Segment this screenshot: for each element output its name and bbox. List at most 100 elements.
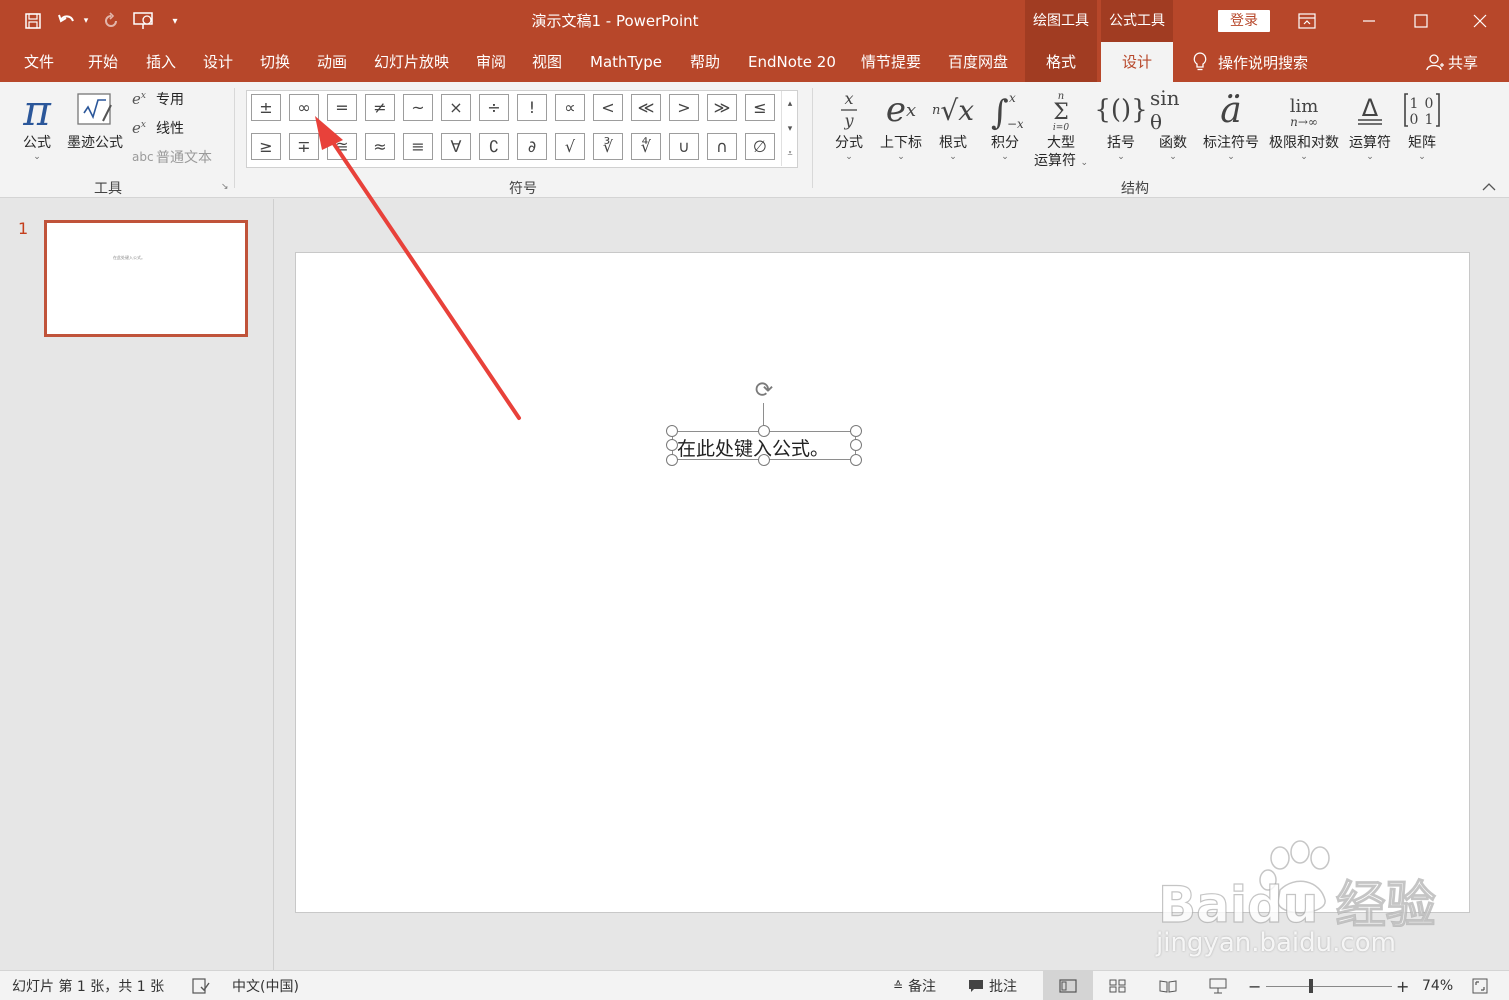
symbol-button[interactable]: ∪ xyxy=(669,133,699,160)
equation-button[interactable]: π 公式 ⌄ xyxy=(14,86,60,163)
tab-review[interactable]: 审阅 xyxy=(476,42,506,82)
symbol-button[interactable]: ∅ xyxy=(745,133,775,160)
slide-sorter-view-icon[interactable] xyxy=(1093,971,1143,1000)
maximize-icon[interactable] xyxy=(1398,0,1444,42)
tab-help[interactable]: 帮助 xyxy=(690,42,720,82)
symbol-button[interactable]: ∛ xyxy=(593,133,623,160)
tab-format[interactable]: 格式 xyxy=(1025,42,1097,82)
customize-qat-icon[interactable]: ▾ xyxy=(162,8,188,34)
operator-button[interactable]: Δ 运算符 ⌄ xyxy=(1346,86,1394,162)
fraction-button[interactable]: xy 分式 ⌄ xyxy=(830,86,868,162)
zoom-slider-track[interactable] xyxy=(1266,986,1392,987)
tab-home[interactable]: 开始 xyxy=(88,42,118,82)
tab-endnote[interactable]: EndNote 20 xyxy=(748,42,836,82)
dialog-launcher-icon[interactable]: ↘ xyxy=(221,182,229,192)
symbol-button[interactable]: ≥ xyxy=(251,133,281,160)
bracket-button[interactable]: {()} 括号 ⌄ xyxy=(1094,86,1147,162)
tab-slideshow[interactable]: 幻灯片放映 xyxy=(374,42,449,82)
symbol-button[interactable]: < xyxy=(593,94,623,121)
close-icon[interactable] xyxy=(1457,0,1503,42)
symbol-button[interactable]: ≈ xyxy=(365,133,395,160)
zoom-level[interactable]: 74% xyxy=(1422,971,1453,1000)
zoom-out-button[interactable]: − xyxy=(1248,971,1261,1000)
ribbon-display-options-icon[interactable] xyxy=(1284,0,1330,42)
minimize-icon[interactable] xyxy=(1346,0,1392,42)
share-button[interactable]: 共享 xyxy=(1426,42,1478,82)
tab-insert[interactable]: 插入 xyxy=(146,42,176,82)
symbol-button[interactable]: ≡ xyxy=(403,133,433,160)
save-icon[interactable] xyxy=(20,8,46,34)
symbol-button[interactable]: ± xyxy=(251,94,281,121)
tab-equation-design[interactable]: 设计 xyxy=(1101,42,1173,82)
symbol-button[interactable]: ∜ xyxy=(631,133,661,160)
symbol-button[interactable]: ≅ xyxy=(327,133,357,160)
rotate-handle-icon[interactable]: ⟳ xyxy=(751,377,777,403)
symbol-button[interactable]: ~ xyxy=(403,94,433,121)
tab-design[interactable]: 设计 xyxy=(203,42,233,82)
function-button[interactable]: sin θ 函数 ⌄ xyxy=(1150,86,1196,162)
notes-button[interactable]: ≙ 备注 xyxy=(893,971,936,1000)
resize-handle-left[interactable] xyxy=(666,439,678,451)
accent-button[interactable]: ä 标注符号 ⌄ xyxy=(1200,86,1262,163)
matrix-button[interactable]: 1001 矩阵 ⌄ xyxy=(1400,86,1444,162)
gallery-scroll-down-icon[interactable]: ▾ xyxy=(781,116,798,141)
resize-handle-top-left[interactable] xyxy=(666,425,678,437)
symbol-button[interactable]: ∝ xyxy=(555,94,585,121)
large-operator-button[interactable]: n Σi=0 大型 运算符 ⌄ xyxy=(1032,86,1090,172)
fit-to-window-icon[interactable] xyxy=(1472,971,1488,1000)
script-button[interactable]: ex 上下标 ⌄ xyxy=(876,86,926,162)
tab-transitions[interactable]: 切换 xyxy=(260,42,290,82)
professional-button[interactable]: ex 专用 xyxy=(132,87,184,111)
symbol-button[interactable]: × xyxy=(441,94,471,121)
tab-view[interactable]: 视图 xyxy=(532,42,562,82)
normal-view-icon[interactable] xyxy=(1043,971,1093,1000)
tab-file[interactable]: 文件 xyxy=(24,42,54,82)
gallery-scroll-up-icon[interactable]: ▴ xyxy=(781,91,798,116)
symbol-button[interactable]: ≫ xyxy=(707,94,737,121)
symbol-button[interactable]: ∀ xyxy=(441,133,471,160)
symbol-button[interactable]: ∁ xyxy=(479,133,509,160)
symbol-button[interactable]: ! xyxy=(517,94,547,121)
language-indicator[interactable]: 中文(中国) xyxy=(232,971,299,1000)
zoom-in-button[interactable]: + xyxy=(1396,971,1409,1000)
tab-animations[interactable]: 动画 xyxy=(317,42,347,82)
tab-storyline[interactable]: 情节提要 xyxy=(861,42,921,82)
radical-button[interactable]: n √x 根式 ⌄ xyxy=(932,86,974,163)
undo-icon[interactable] xyxy=(54,8,80,34)
collapse-ribbon-icon[interactable] xyxy=(1482,180,1496,196)
present-from-start-icon[interactable] xyxy=(130,8,156,34)
symbol-button[interactable]: > xyxy=(669,94,699,121)
symbol-button[interactable]: ≤ xyxy=(745,94,775,121)
symbol-button[interactable]: ÷ xyxy=(479,94,509,121)
symbol-button[interactable]: = xyxy=(327,94,357,121)
comments-button[interactable]: 批注 xyxy=(968,971,1017,1000)
symbol-button[interactable]: ∞ xyxy=(289,94,319,121)
resize-handle-top[interactable] xyxy=(758,425,770,437)
ink-equation-button[interactable]: 墨迹公式 xyxy=(64,86,126,152)
resize-handle-top-right[interactable] xyxy=(850,425,862,437)
symbol-button[interactable]: ∩ xyxy=(707,133,737,160)
symbol-button[interactable]: ∓ xyxy=(289,133,319,160)
symbol-button[interactable]: ∂ xyxy=(517,133,547,160)
symbol-button[interactable]: ≪ xyxy=(631,94,661,121)
resize-handle-bottom-right[interactable] xyxy=(850,454,862,466)
slide-thumbnail[interactable]: 在此处键入公式。 xyxy=(44,220,248,337)
undo-dropdown-chevron-icon[interactable]: ▾ xyxy=(80,8,92,34)
equation-placeholder-text[interactable]: 在此处键入公式。 xyxy=(677,434,829,461)
limit-log-button[interactable]: lim n→∞ 极限和对数 ⌄ xyxy=(1266,86,1342,162)
linear-button[interactable]: ex 线性 xyxy=(132,116,184,140)
tab-mathtype[interactable]: MathType xyxy=(590,42,662,82)
tell-me-search[interactable]: 操作说明搜索 xyxy=(1192,42,1308,82)
accessibility-check-icon[interactable] xyxy=(192,971,210,1000)
redo-icon[interactable] xyxy=(98,8,124,34)
resize-handle-bottom-left[interactable] xyxy=(666,454,678,466)
resize-handle-bottom[interactable] xyxy=(758,454,770,466)
slide-canvas[interactable]: ⟳ 在此处键入公式。 xyxy=(295,252,1470,913)
slideshow-view-icon[interactable] xyxy=(1193,971,1243,1000)
login-button[interactable]: 登录 xyxy=(1218,10,1270,32)
integral-button[interactable]: ∫ x −x 积分 ⌄ xyxy=(984,86,1026,162)
symbol-button[interactable]: ≠ xyxy=(365,94,395,121)
zoom-slider-thumb[interactable] xyxy=(1309,979,1313,993)
symbol-button[interactable]: √ xyxy=(555,133,585,160)
normal-text-button[interactable]: abc 普通文本 xyxy=(132,145,212,169)
